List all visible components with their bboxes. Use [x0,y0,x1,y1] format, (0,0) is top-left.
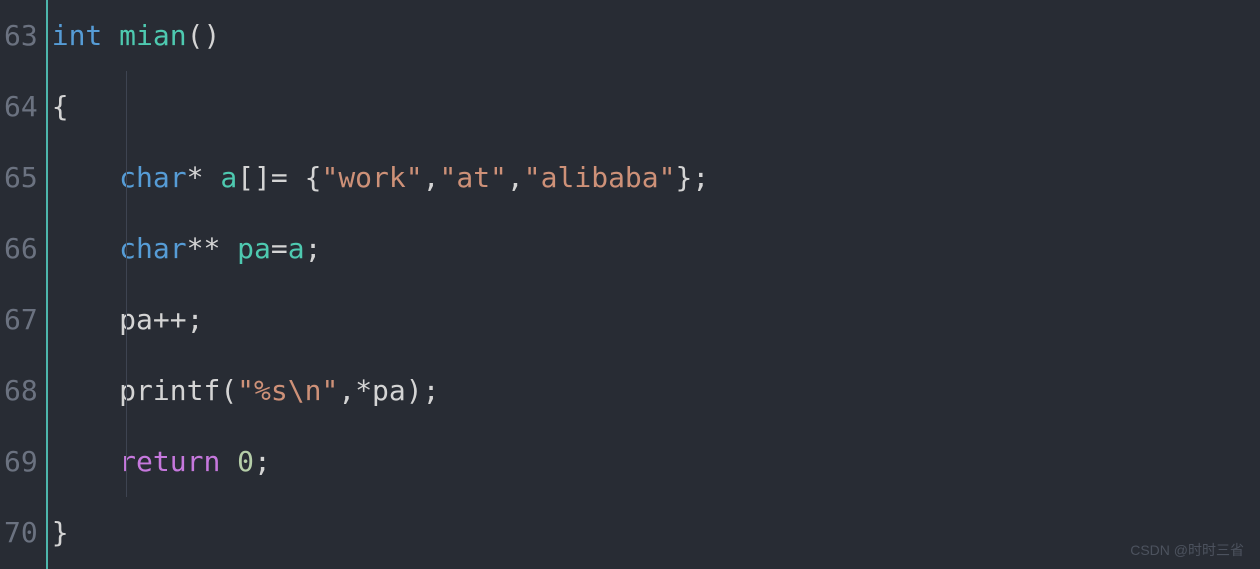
paren-close: ) [406,374,423,407]
function-printf: printf [119,374,220,407]
comma: , [338,374,355,407]
brace-open: { [52,90,69,123]
pointer-star: ** [187,232,221,265]
line-number: 66 [4,213,38,284]
string-literal: "%s\n" [237,374,338,407]
increment: ++ [153,303,187,336]
number-zero: 0 [237,445,254,478]
semicolon: ; [423,374,440,407]
code-line-68[interactable]: printf("%s\n",*pa); [52,355,1260,426]
line-number: 68 [4,355,38,426]
indent [52,161,119,194]
comma: , [423,161,440,194]
string-literal: "alibaba" [524,161,676,194]
brackets: [] [237,161,271,194]
string-literal: "at" [439,161,506,194]
brace-close: } [676,161,693,194]
variable-pa: pa [237,232,271,265]
indent [52,303,119,336]
indent [52,445,119,478]
variable-pa: pa [372,374,406,407]
variable-a: a [220,161,237,194]
brace-close: } [52,516,69,549]
keyword-char: char [119,161,186,194]
equals: = [271,232,288,265]
string-literal: "work" [321,161,422,194]
code-content[interactable]: int mian() { char* a[]= {"work","at","al… [46,0,1260,569]
semicolon: ; [692,161,709,194]
equals: = [271,161,305,194]
line-number: 70 [4,497,38,568]
code-editor[interactable]: 63 64 65 66 67 68 69 70 int mian() { cha… [0,0,1260,569]
indent-guide [126,71,127,497]
deref-star: * [355,374,372,407]
parentheses: () [187,19,221,52]
variable-pa: pa [119,303,153,336]
function-name: mian [119,19,186,52]
code-line-67[interactable]: pa++; [52,284,1260,355]
line-number: 63 [4,0,38,71]
paren-open: ( [220,374,237,407]
line-gutter: 63 64 65 66 67 68 69 70 [0,0,46,569]
line-number: 65 [4,142,38,213]
code-line-66[interactable]: char** pa=a; [52,213,1260,284]
semicolon: ; [187,303,204,336]
semicolon: ; [305,232,322,265]
keyword-char: char [119,232,186,265]
code-line-64[interactable]: { [52,71,1260,142]
pointer-star: * [187,161,204,194]
watermark-text: CSDN @时时三省 [1130,540,1244,561]
indent [52,232,119,265]
keyword-int: int [52,19,103,52]
brace-open: { [305,161,322,194]
code-line-70[interactable]: } [52,497,1260,568]
comma: , [507,161,524,194]
line-number: 64 [4,71,38,142]
keyword-return: return [119,445,220,478]
variable-a: a [288,232,305,265]
code-line-65[interactable]: char* a[]= {"work","at","alibaba"}; [52,142,1260,213]
semicolon: ; [254,445,271,478]
code-line-63[interactable]: int mian() [52,0,1260,71]
line-number: 69 [4,426,38,497]
code-line-69[interactable]: return 0; [52,426,1260,497]
space [220,232,237,265]
line-number: 67 [4,284,38,355]
space [102,19,119,52]
space [203,161,220,194]
indent [52,374,119,407]
space [220,445,237,478]
